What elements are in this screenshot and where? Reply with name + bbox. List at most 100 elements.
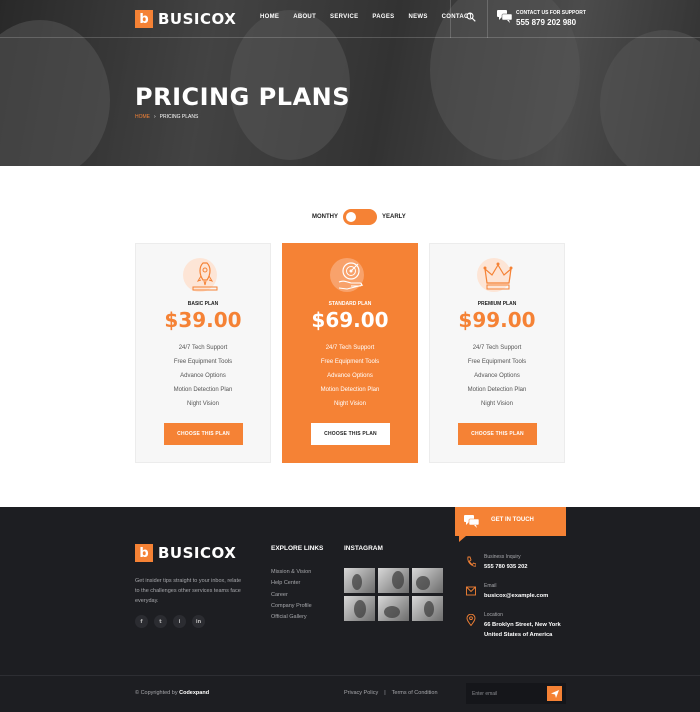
nav-item-service[interactable]: SERVICE	[330, 14, 358, 20]
support-label: CONTACT US FOR SUPPORT	[516, 10, 586, 16]
breadcrumb-separator: ›	[154, 114, 156, 120]
footer-link[interactable]: Mission & Vision	[271, 567, 312, 578]
plan-name: PREMIUM PLAN	[477, 301, 517, 307]
brand-logo[interactable]: b BUSICOX	[135, 10, 236, 28]
copyright: © Copyrighted by Codexpand	[135, 690, 209, 696]
plan-features: 24/7 Tech Support Free Equipment Tools A…	[283, 341, 417, 411]
pricing-card-standard: STANDARD PLAN $69.00 24/7 Tech Support F…	[282, 243, 418, 463]
location-pin-icon	[466, 614, 476, 626]
plan-price: $69.00	[311, 308, 389, 332]
pricing-card-basic: BASIC PLAN $39.00 24/7 Tech Support Free…	[135, 243, 271, 463]
facebook-icon[interactable]: f	[135, 615, 148, 628]
billing-toggle: MONTHY YEARLY	[312, 209, 406, 225]
support-phone[interactable]: 555 879 202 980	[516, 18, 586, 27]
plan-feature: 24/7 Tech Support	[325, 345, 375, 351]
address-line: United States of America	[484, 632, 553, 638]
newsletter-form	[466, 683, 566, 704]
plan-feature: Night Vision	[187, 401, 219, 407]
instagram-title: INSTAGRAM	[344, 545, 383, 552]
choose-plan-button[interactable]: CHOOSE THIS PLAN	[311, 423, 390, 445]
footer-link[interactable]: Help Center	[271, 578, 312, 589]
copyright-text: © Copyrighted by	[135, 690, 180, 696]
choose-plan-button[interactable]: CHOOSE THIS PLAN	[164, 423, 243, 445]
logo-mark: b	[135, 10, 153, 28]
billing-switch[interactable]	[343, 209, 377, 225]
logo-wordmark: BUSICOX	[158, 544, 237, 562]
plan-feature: Advance Options	[327, 373, 373, 379]
plan-feature: Free Equipment Tools	[173, 359, 233, 365]
instagram-icon[interactable]: i	[173, 615, 186, 628]
plan-name: STANDARD PLAN	[328, 301, 372, 307]
nav-item-home[interactable]: HOME	[260, 14, 279, 20]
instagram-photo[interactable]	[412, 596, 443, 621]
search-icon[interactable]	[466, 12, 476, 22]
header-divider	[487, 0, 488, 38]
instagram-photo[interactable]	[378, 596, 409, 621]
footer-link[interactable]: Career	[271, 590, 312, 601]
contact-value[interactable]: busicox@example.com	[484, 591, 548, 601]
yearly-label[interactable]: YEARLY	[382, 214, 406, 220]
plan-name: BASIC PLAN	[187, 301, 219, 307]
explore-links-title: EXPLORE LINKS	[271, 545, 324, 552]
target-hand-icon	[330, 258, 364, 292]
chat-bubbles-icon	[464, 515, 480, 528]
chat-bubbles-icon	[497, 10, 512, 23]
get-in-touch-title: GET IN TOUCH	[491, 517, 534, 523]
phone-icon	[467, 556, 476, 567]
twitter-icon[interactable]: t	[154, 615, 167, 628]
logo-wordmark: BUSICOX	[158, 10, 237, 28]
footer-link[interactable]: Company Profile	[271, 601, 312, 612]
breadcrumb: HOME › PRICING PLANS	[135, 114, 198, 120]
terms-link[interactable]: Terms of Condition	[392, 690, 438, 696]
hero-banner: b BUSICOX HOME ABOUT SERVICE PAGES NEWS …	[0, 0, 700, 166]
copyright-brand-link[interactable]: Codexpand	[179, 690, 209, 696]
footer-blurb: Get insider tips straight to your inbox,…	[135, 578, 242, 604]
choose-plan-button[interactable]: CHOOSE THIS PLAN	[458, 423, 537, 445]
get-in-touch-banner: GET IN TOUCH	[455, 507, 566, 542]
contact-label: Email	[484, 583, 497, 589]
plan-price: $99.00	[458, 308, 536, 332]
contact-value[interactable]: 555 780 935 202	[484, 562, 528, 572]
plan-feature: Night Vision	[481, 401, 513, 407]
main-nav: HOME ABOUT SERVICE PAGES NEWS CONTACT	[260, 14, 473, 20]
contact-label: Business Inquiry	[484, 554, 521, 560]
plan-features: 24/7 Tech Support Free Equipment Tools A…	[136, 341, 270, 411]
mail-icon	[466, 586, 476, 596]
explore-links-list: Mission & Vision Help Center Career Comp…	[271, 567, 312, 623]
crown-icon	[477, 258, 513, 292]
privacy-policy-link[interactable]: Privacy Policy	[344, 690, 378, 696]
nav-item-news[interactable]: NEWS	[408, 14, 427, 20]
logo-mark: b	[135, 544, 153, 562]
breadcrumb-current: PRICING PLANS	[159, 114, 199, 120]
plan-feature: 24/7 Tech Support	[472, 345, 522, 351]
instagram-photo[interactable]	[378, 568, 409, 593]
nav-item-pages[interactable]: PAGES	[372, 14, 394, 20]
footer-brand-logo[interactable]: b BUSICOX	[135, 544, 236, 562]
address-line: 66 Broklyn Street, New York	[484, 622, 561, 628]
plan-feature: Motion Detection Plan	[173, 387, 233, 393]
page-title: PRICING PLANS	[135, 83, 351, 111]
instagram-photo[interactable]	[344, 596, 375, 621]
newsletter-email-input[interactable]	[472, 688, 542, 699]
instagram-gallery	[344, 568, 443, 621]
linkedin-icon[interactable]: in	[192, 615, 205, 628]
footer-link[interactable]: Official Gallery	[271, 612, 312, 623]
support-contact[interactable]: CONTACT US FOR SUPPORT 555 879 202 980	[497, 10, 586, 27]
plan-features: 24/7 Tech Support Free Equipment Tools A…	[430, 341, 564, 411]
legal-separator: |	[384, 690, 386, 696]
contact-value: 66 Broklyn Street, New York United State…	[484, 620, 561, 640]
nav-item-about[interactable]: ABOUT	[293, 14, 316, 20]
instagram-photo[interactable]	[412, 568, 443, 593]
monthly-label[interactable]: MONTHY	[312, 214, 338, 220]
plan-feature: Free Equipment Tools	[467, 359, 527, 365]
breadcrumb-home[interactable]: HOME	[135, 114, 150, 120]
rocket-icon	[183, 258, 218, 292]
header-bar: b BUSICOX HOME ABOUT SERVICE PAGES NEWS …	[0, 0, 700, 38]
plan-feature: Free Equipment Tools	[320, 359, 380, 365]
newsletter-submit-button[interactable]	[547, 686, 562, 701]
plan-feature: Night Vision	[334, 401, 366, 407]
plan-feature: Advance Options	[474, 373, 520, 379]
legal-links: Privacy Policy | Terms of Condition	[344, 690, 438, 696]
footer-divider	[0, 675, 700, 676]
instagram-photo[interactable]	[344, 568, 375, 593]
